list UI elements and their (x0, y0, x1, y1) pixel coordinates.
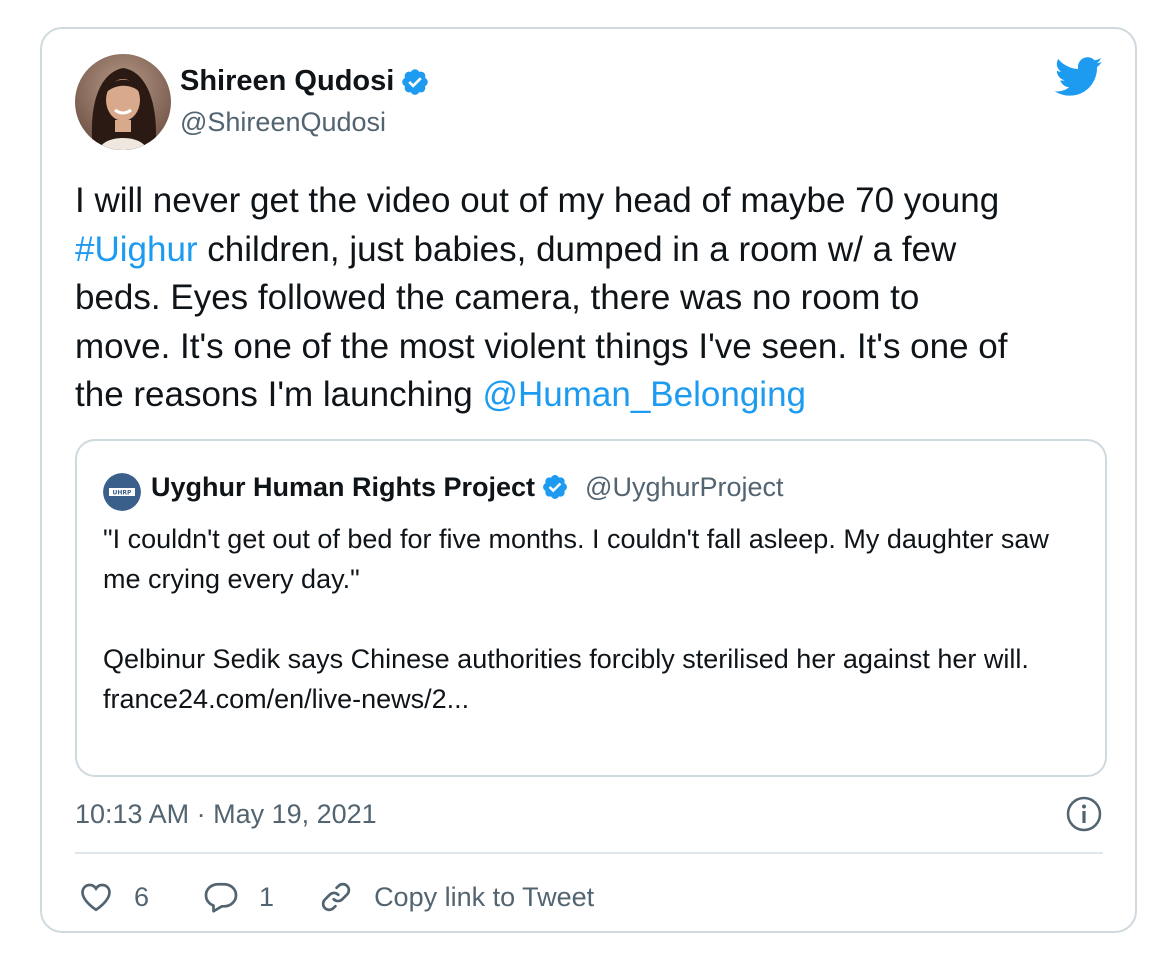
quoted-avatar[interactable]: UHRP (103, 473, 141, 511)
mention-link[interactable]: @Human_Belonging (482, 375, 806, 414)
copy-link-label[interactable]: Copy link to Tweet (374, 882, 594, 913)
twitter-bird-icon[interactable] (1054, 57, 1103, 97)
action-bar: 6 1 Copy link to Tweet (78, 879, 594, 915)
quoted-link[interactable]: france24.com/en/live-news/2... (103, 679, 1083, 719)
reply-button[interactable]: 1 (203, 879, 274, 915)
divider (75, 852, 1103, 854)
quoted-name[interactable]: Uyghur Human Rights Project (151, 472, 535, 503)
quoted-tweet[interactable]: UHRP Uyghur Human Rights Project @Uyghur… (75, 439, 1107, 777)
info-icon[interactable] (1065, 795, 1103, 833)
author-name-row[interactable]: Shireen Qudosi (180, 65, 430, 98)
author-name[interactable]: Shireen Qudosi (180, 65, 394, 98)
like-button[interactable]: 6 (78, 879, 149, 915)
author-handle[interactable]: @ShireenQudosi (180, 107, 386, 138)
tweet-text-segment: I will never get the video out of my hea… (75, 181, 1000, 220)
like-count: 6 (134, 881, 150, 912)
tweet-timestamp[interactable]: 10:13 AM · May 19, 2021 (75, 799, 377, 830)
reply-count: 1 (259, 881, 275, 912)
tweet-text: I will never get the video out of my hea… (75, 177, 1115, 420)
quoted-paragraph: "I couldn't get out of bed for five mont… (103, 524, 1049, 594)
author-avatar[interactable] (75, 54, 171, 150)
verified-badge-icon (400, 67, 430, 97)
uhrp-logo-text: UHRP (113, 490, 133, 497)
quoted-text: "I couldn't get out of bed for five mont… (103, 519, 1083, 719)
reply-bubble-icon[interactable] (203, 879, 239, 915)
copy-link-button[interactable]: Copy link to Tweet (318, 879, 594, 915)
heart-icon[interactable] (78, 879, 114, 915)
quoted-handle[interactable]: @UyghurProject (585, 472, 783, 503)
link-icon[interactable] (318, 879, 354, 915)
quoted-header: Uyghur Human Rights Project @UyghurProje… (151, 472, 784, 503)
hashtag-link[interactable]: #Uighur (75, 230, 198, 269)
tweet-card: Shireen Qudosi @ShireenQudosi I will nev… (40, 27, 1137, 933)
verified-badge-icon (541, 473, 571, 503)
quoted-paragraph: Qelbinur Sedik says Chinese authorities … (103, 644, 1029, 674)
